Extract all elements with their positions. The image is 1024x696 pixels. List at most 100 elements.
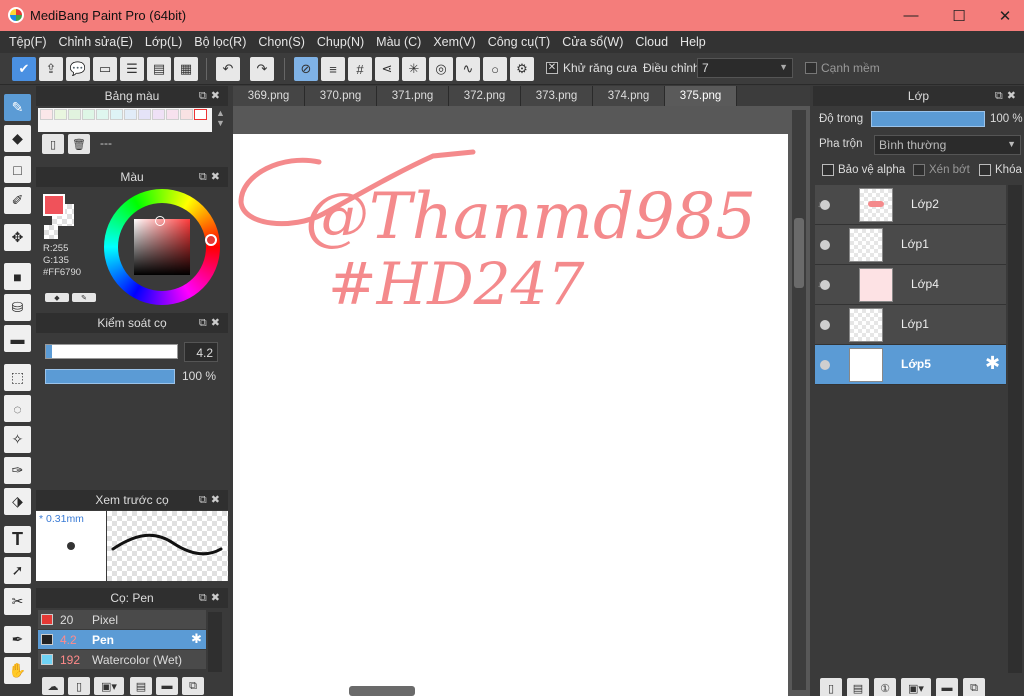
hand-tool-icon[interactable]: ✋ — [4, 657, 31, 684]
menu-help[interactable]: Help — [674, 35, 712, 49]
duplicate-layer-icon[interactable]: ⧉ — [963, 678, 985, 696]
foreground-color-swatch[interactable] — [43, 194, 65, 216]
grid-snap-icon[interactable]: # — [348, 57, 372, 81]
palette-scroll-arrows-icon[interactable]: ▲ ▼ — [216, 108, 225, 128]
protect-alpha-checkbox[interactable] — [822, 164, 834, 176]
clipping-checkbox[interactable] — [913, 164, 925, 176]
layer-row[interactable]: Lớp1 — [815, 225, 1006, 265]
magic-wand-icon[interactable]: ✧ — [4, 426, 31, 453]
maximize-button[interactable]: ☐ — [936, 0, 982, 31]
soft-edge-checkbox[interactable] — [805, 62, 817, 74]
tab-375[interactable]: 375.png — [665, 86, 737, 106]
drawing-canvas[interactable]: @Thanmd985 #HD247 — [233, 134, 788, 696]
concentric-snap-icon[interactable]: ◎ — [429, 57, 453, 81]
tab-370[interactable]: 370.png — [305, 86, 377, 106]
canvas-area[interactable]: @Thanmd985 #HD247 — [233, 106, 810, 696]
new-layer-icon[interactable]: ▯ — [820, 678, 842, 696]
scroll-thumb[interactable] — [794, 218, 804, 288]
select-eraser-icon[interactable]: ⬗ — [4, 488, 31, 515]
bucket-tool-icon[interactable]: ⛁ — [4, 294, 31, 321]
layer-row[interactable]: ↓ Lớp2 — [815, 185, 1006, 225]
tab-374[interactable]: 374.png — [593, 86, 665, 106]
menu-edit[interactable]: Chỉnh sửa(E) — [53, 35, 139, 49]
select-rect-icon[interactable]: ⬚ — [4, 364, 31, 391]
dot-tool-icon[interactable]: □ — [4, 156, 31, 183]
blend-mode-select[interactable]: Bình thường ▼ — [874, 135, 1021, 155]
color-mode-button[interactable]: ◆ — [45, 293, 69, 302]
page-manage-icon[interactable]: ▦ — [174, 57, 198, 81]
palette-swatch[interactable] — [152, 109, 165, 120]
brush-item-watercolor[interactable]: 192 Watercolor (Wet) — [38, 650, 206, 669]
eye-icon[interactable] — [820, 280, 830, 290]
brush-opacity-slider[interactable] — [45, 369, 175, 384]
move-tool-icon[interactable]: ✥ — [4, 224, 31, 251]
gradient-tool-icon[interactable]: ▬ — [4, 325, 31, 352]
layer-row[interactable]: Lớp1 — [815, 305, 1006, 345]
select-pen-icon[interactable]: ✑ — [4, 457, 31, 484]
eye-icon[interactable] — [820, 200, 830, 210]
brush-tool-icon[interactable]: ✎ — [4, 94, 31, 121]
new-brush-icon[interactable]: ▯ — [68, 677, 90, 695]
brush-settings-icon[interactable]: ▤ — [130, 677, 152, 695]
speech-bubble-icon[interactable]: 💬 — [66, 57, 90, 81]
gear-icon[interactable]: ✱ — [191, 631, 202, 647]
trash-icon[interactable]: 🗑 — [68, 134, 90, 154]
menu-layer[interactable]: Lớp(L) — [139, 35, 188, 49]
eraser-tool-icon[interactable]: ◆ — [4, 125, 31, 152]
saturation-value-square[interactable] — [134, 219, 190, 275]
brush-item-pixel[interactable]: 20 Pixel — [38, 610, 206, 629]
page-icon[interactable]: ☰ — [120, 57, 144, 81]
snap-off-icon[interactable]: ⊘ — [294, 57, 318, 81]
eye-icon[interactable] — [820, 360, 830, 370]
palette-swatch[interactable] — [124, 109, 137, 120]
palette-swatches[interactable] — [38, 108, 212, 132]
add-brush-cloud-icon[interactable]: ☁ — [42, 677, 64, 695]
layer-row[interactable]: ↓ Lớp4 — [815, 265, 1006, 305]
panel-popout-close-icons[interactable]: ⧉✖ — [199, 86, 224, 106]
palette-swatch[interactable] — [166, 109, 179, 120]
curve-snap-icon[interactable]: ∿ — [456, 57, 480, 81]
brush-size-slider[interactable] — [45, 344, 178, 359]
folder-icon[interactable]: ▬ — [156, 677, 178, 695]
palette-swatch[interactable] — [96, 109, 109, 120]
menu-snap[interactable]: Chụp(N) — [311, 35, 370, 49]
brush-menu-icon[interactable]: ▣▾ — [94, 677, 124, 695]
eye-icon[interactable] — [820, 320, 830, 330]
menu-select[interactable]: Chọn(S) — [252, 35, 311, 49]
menu-tools[interactable]: Công cụ(T) — [482, 35, 557, 49]
add-layer-menu-icon[interactable]: ▣▾ — [901, 678, 931, 696]
tab-369[interactable]: 369.png — [233, 86, 305, 106]
palette-swatch[interactable] — [82, 109, 95, 120]
antialias-checkbox[interactable]: ✕ — [546, 62, 558, 74]
menu-filter[interactable]: Bộ lọc(R) — [188, 35, 252, 49]
correction-select[interactable]: 7 ▼ — [697, 58, 793, 78]
comment-icon[interactable]: ▭ — [93, 57, 117, 81]
parallel-snap-icon[interactable]: ≡ — [321, 57, 345, 81]
menu-cloud[interactable]: Cloud — [629, 35, 674, 49]
operation-tool-icon[interactable]: ➚ — [4, 557, 31, 584]
sub-brush-icon[interactable]: ✐ — [4, 187, 31, 214]
gear-icon[interactable]: ✱ — [985, 353, 1000, 374]
tab-371[interactable]: 371.png — [377, 86, 449, 106]
radial-snap-icon[interactable]: ✳ — [402, 57, 426, 81]
folder-icon[interactable]: ▬ — [936, 678, 958, 696]
canvas-vertical-scrollbar[interactable] — [792, 110, 806, 690]
palette-swatch[interactable] — [40, 109, 53, 120]
gear-icon[interactable]: ⚙ — [510, 57, 534, 81]
circle-snap-icon[interactable]: ○ — [483, 57, 507, 81]
minimize-button[interactable]: — — [888, 0, 934, 31]
palette-swatch[interactable] — [138, 109, 151, 120]
palette-swatch[interactable] — [68, 109, 81, 120]
color-pick-button[interactable]: ✎ — [72, 293, 96, 302]
tab-372[interactable]: 372.png — [449, 86, 521, 106]
lasso-icon[interactable]: ◌ — [4, 395, 31, 422]
palette-swatch[interactable] — [194, 109, 207, 120]
share-icon[interactable]: ⇪ — [39, 57, 63, 81]
eyedropper-icon[interactable]: ✒ — [4, 626, 31, 653]
page-list-icon[interactable]: ▤ — [147, 57, 171, 81]
menu-file[interactable]: Tệp(F) — [3, 35, 53, 49]
close-button[interactable]: ✕ — [982, 0, 1024, 31]
palette-swatch[interactable] — [180, 109, 193, 120]
panel-popout-close-icons[interactable]: ⧉✖ — [199, 588, 224, 608]
hue-handle[interactable] — [205, 234, 217, 246]
